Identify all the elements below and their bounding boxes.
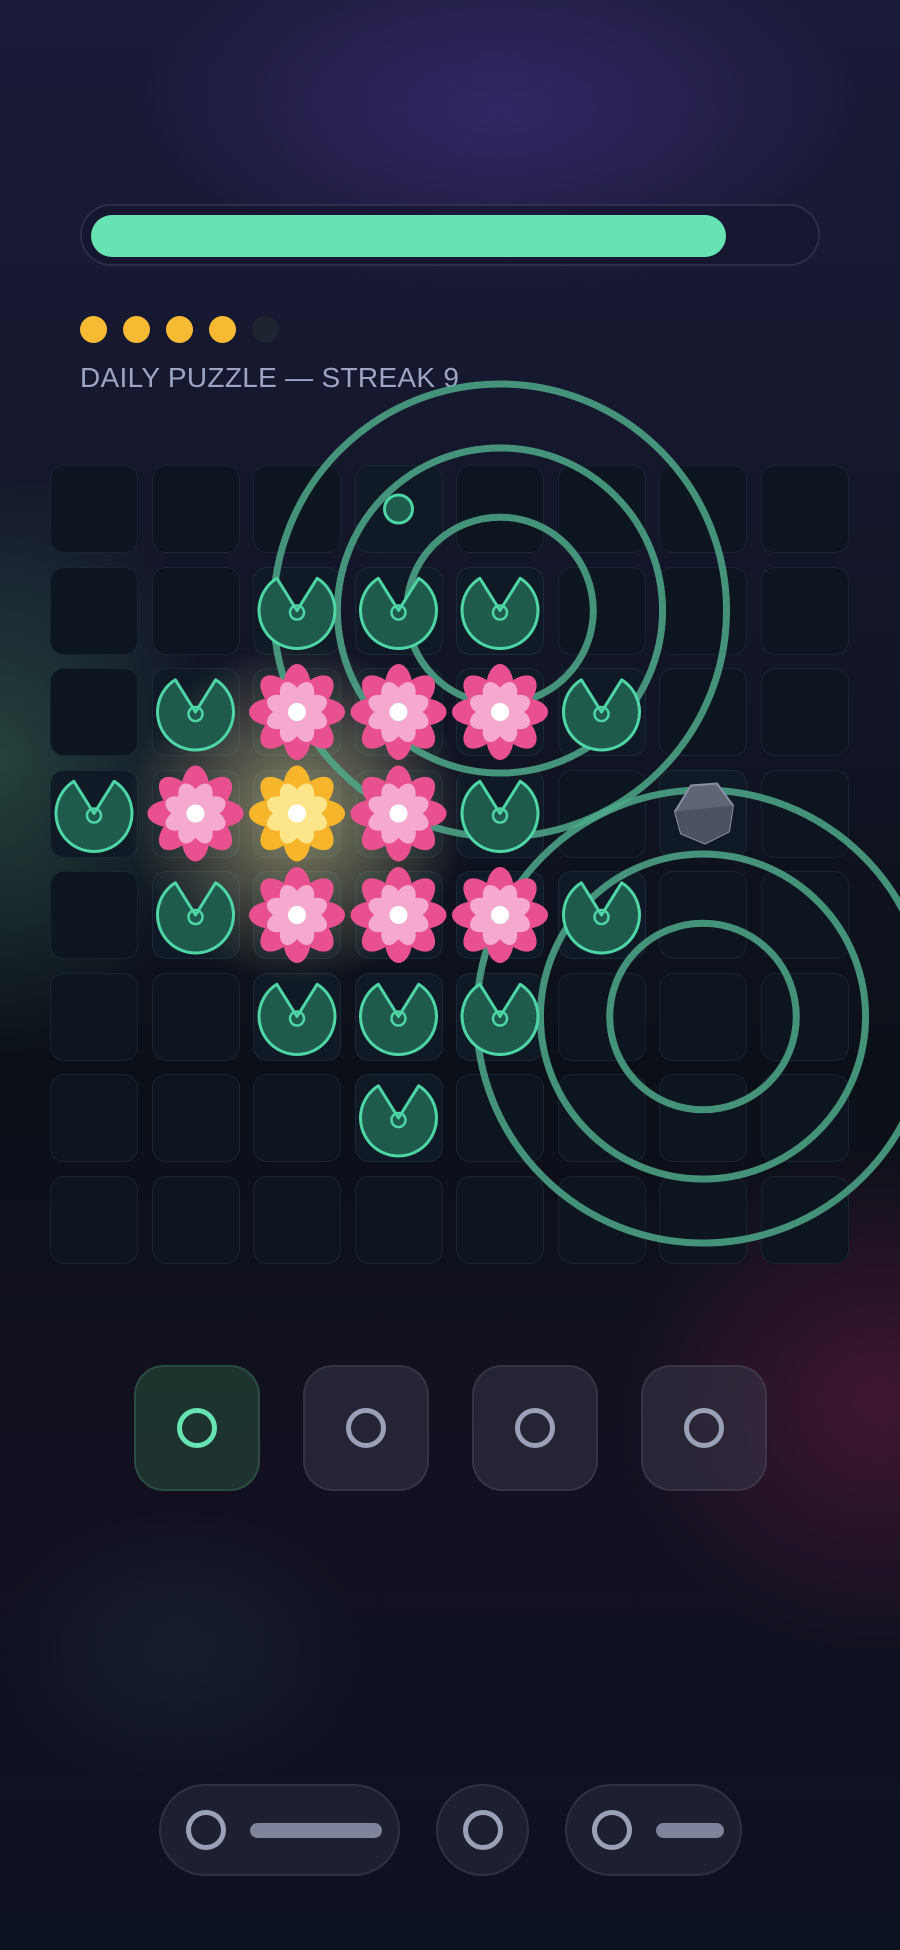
lily-pad[interactable] [359, 982, 438, 1056]
pink-lotus[interactable] [350, 664, 447, 760]
lily-pad[interactable] [359, 1084, 438, 1158]
ring-icon [346, 1408, 386, 1448]
life-dot-filled [166, 316, 193, 343]
pink-lotus[interactable] [350, 765, 447, 862]
lily-pad[interactable] [460, 576, 540, 650]
tool-3[interactable] [472, 1365, 598, 1491]
ring-icon [186, 1810, 226, 1850]
tool-1[interactable] [134, 1365, 260, 1491]
life-dot-empty [252, 316, 279, 343]
pink-lotus[interactable] [249, 664, 345, 760]
ring-icon [177, 1408, 217, 1448]
control-right-bar [656, 1822, 724, 1838]
life-dot-filled [209, 316, 236, 343]
seed[interactable] [383, 493, 414, 525]
ring-icon [684, 1408, 724, 1448]
ripple-ring [606, 919, 800, 1114]
game-board[interactable] [50, 380, 900, 1264]
control-left[interactable] [159, 1784, 400, 1876]
lily-pad[interactable] [460, 982, 540, 1056]
pink-lotus[interactable] [350, 867, 447, 963]
lily-pad[interactable] [562, 678, 641, 752]
level-progress-fill [91, 215, 726, 257]
control-right[interactable] [565, 1784, 742, 1876]
lily-pad[interactable] [460, 779, 540, 853]
pink-lotus[interactable] [452, 867, 548, 963]
pink-lotus[interactable] [147, 765, 244, 862]
board-pieces-layer [54, 380, 900, 1247]
lily-pad[interactable] [257, 982, 337, 1056]
ring-icon [592, 1810, 632, 1850]
lily-pad[interactable] [257, 576, 337, 650]
ring-icon [462, 1810, 503, 1850]
lily-pad[interactable] [359, 576, 438, 650]
life-dot-filled [123, 316, 150, 343]
puzzle-subtitle: DAILY PUZZLE — STREAK 9 [80, 362, 460, 393]
life-dot-filled [80, 316, 107, 343]
golden-lotus[interactable] [249, 765, 345, 862]
ring-icon [515, 1408, 555, 1448]
lives-indicator [80, 316, 279, 343]
tool-2[interactable] [303, 1365, 429, 1491]
pink-lotus[interactable] [249, 867, 345, 963]
level-progress-bar [80, 204, 820, 266]
tool-4[interactable] [641, 1365, 767, 1491]
lily-pad[interactable] [54, 779, 134, 853]
pink-lotus[interactable] [452, 664, 548, 760]
control-left-bar [250, 1822, 382, 1838]
control-center[interactable] [436, 1784, 529, 1876]
